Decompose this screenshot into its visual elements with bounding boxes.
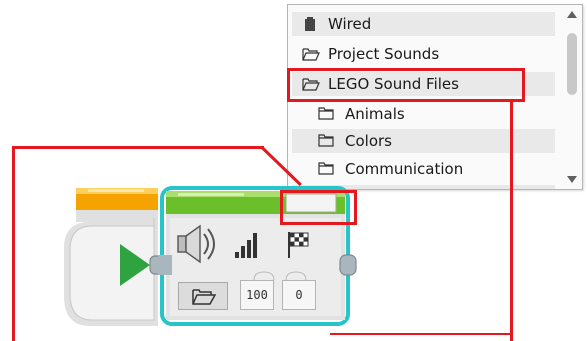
scroll-up-arrow-icon[interactable] bbox=[567, 11, 577, 18]
callout-line-right bbox=[510, 100, 513, 341]
callout-line-bottom bbox=[330, 333, 513, 335]
list-item-label: Animals bbox=[345, 105, 405, 123]
list-item-colors[interactable]: Colors bbox=[292, 129, 555, 153]
folder-icon bbox=[318, 134, 334, 147]
speaker-icon bbox=[177, 224, 215, 264]
list-item-communication[interactable]: Communication bbox=[292, 157, 555, 181]
play-type-input[interactable]: 0 bbox=[282, 280, 316, 310]
list-item-label: Communication bbox=[345, 160, 464, 178]
list-item-animals[interactable]: Animals bbox=[292, 102, 555, 126]
dropdown-scrollbar[interactable] bbox=[564, 7, 580, 187]
list-item-label: Wired bbox=[328, 15, 372, 33]
volume-input[interactable]: 100 bbox=[240, 280, 274, 310]
volume-value: 100 bbox=[246, 288, 268, 302]
list-item-project-sounds[interactable]: Project Sounds bbox=[292, 42, 555, 66]
start-block[interactable] bbox=[62, 186, 172, 332]
play-type-value: 0 bbox=[295, 288, 303, 302]
callout-line-left bbox=[12, 146, 15, 341]
volume-icon bbox=[235, 233, 257, 258]
folder-icon bbox=[318, 162, 334, 175]
highlight-file-name-slot bbox=[280, 190, 357, 225]
file-browse-button[interactable] bbox=[178, 282, 228, 310]
scroll-thumb[interactable] bbox=[567, 33, 577, 95]
open-folder-icon bbox=[302, 48, 320, 61]
list-item-wired[interactable]: Wired bbox=[292, 12, 555, 36]
battery-icon bbox=[305, 17, 315, 31]
list-item-label: Project Sounds bbox=[328, 45, 440, 63]
callout-line-top bbox=[12, 146, 264, 149]
checkered-flag-icon bbox=[288, 232, 309, 258]
folder-icon bbox=[318, 107, 334, 120]
list-item-label: Colors bbox=[345, 132, 392, 150]
highlight-lego-sound-files bbox=[287, 68, 525, 102]
open-folder-icon bbox=[192, 289, 216, 305]
scroll-down-arrow-icon[interactable] bbox=[567, 176, 577, 183]
